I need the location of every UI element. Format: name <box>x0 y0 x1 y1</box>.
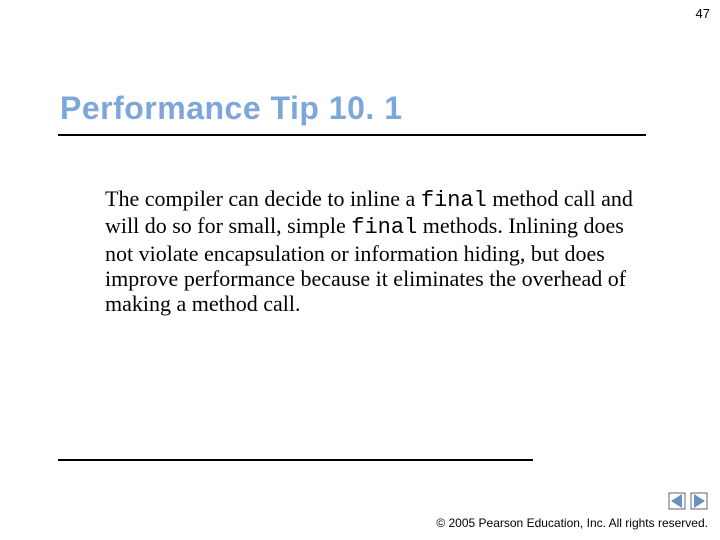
triangle-left-icon <box>668 492 686 510</box>
code-final-2: final <box>351 215 417 240</box>
nav-arrows <box>668 492 708 510</box>
code-final-1: final <box>421 188 487 213</box>
page-number: 47 <box>696 6 710 21</box>
bottom-rule <box>58 459 533 461</box>
top-rule <box>58 134 646 136</box>
slide-title: Performance Tip 10. 1 <box>60 90 403 127</box>
copyright: © 2005 Pearson Education, Inc. All right… <box>436 516 708 530</box>
triangle-right-icon <box>690 492 708 510</box>
body-text: The compiler can decide to inline a fina… <box>105 186 635 316</box>
prev-slide-button[interactable] <box>668 492 686 510</box>
body-seg1: The compiler can decide to inline a <box>105 186 421 211</box>
next-slide-button[interactable] <box>690 492 708 510</box>
